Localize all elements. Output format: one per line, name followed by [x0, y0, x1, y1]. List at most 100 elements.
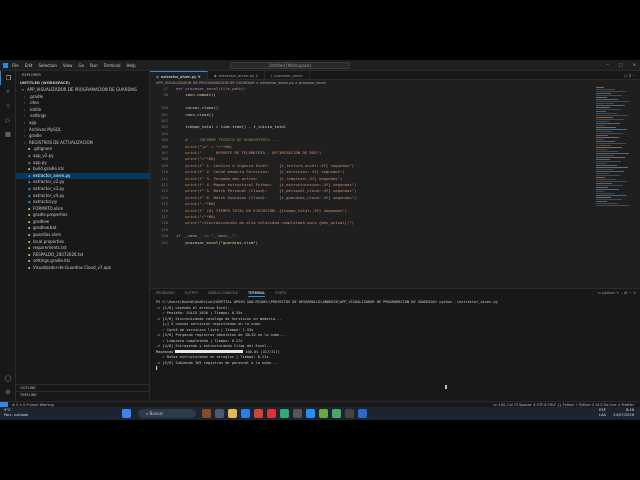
root-folder[interactable]: ▾ APP_VISUALIZADOR DE PROGRAMACION DE GUA…: [16, 87, 149, 94]
app-green-icon[interactable]: [332, 409, 341, 418]
file-item[interactable]: ▪ requirements.txt: [16, 245, 149, 252]
command-center-title[interactable]: Untitled (Workspace): [230, 62, 350, 69]
folder-item[interactable]: › gradle: [16, 133, 149, 140]
file-explorer-icon[interactable]: [228, 409, 237, 418]
file-item[interactable]: ▪ gradlew.bat: [16, 225, 149, 232]
file-item[interactable]: ▪ guardias.xlsm: [16, 232, 149, 239]
editor-actions[interactable]: ▷ ⫼ ···: [625, 71, 636, 80]
file-item[interactable]: ◆ app.py: [16, 160, 149, 167]
folder-item[interactable]: › .gradle: [16, 94, 149, 101]
workspace-title[interactable]: UNTITLED (WORKSPACE): [16, 80, 149, 87]
menu-edit[interactable]: Edit: [25, 63, 33, 68]
menu-terminal[interactable]: Terminal: [104, 63, 121, 68]
code-line[interactable]: print(f" 4. Mapeo estructural Python: {t…: [176, 182, 356, 187]
timeline-section[interactable]: TIMELINE: [16, 391, 150, 397]
file-item[interactable]: ◆ app_v2.py: [16, 153, 149, 160]
tab-ports[interactable]: PORTS: [275, 289, 286, 297]
start-icon[interactable]: [122, 409, 131, 418]
excel-icon[interactable]: [280, 409, 289, 418]
task-view-icon[interactable]: [215, 409, 224, 418]
file-item[interactable]: ▪ build.gradle.kts: [16, 166, 149, 173]
chrome-icon[interactable]: [254, 409, 263, 418]
code-line[interactable]: print(f" 5. Batch Personal (Cloud): {t_p…: [176, 188, 356, 193]
minimize-icon[interactable]: ─: [606, 62, 608, 67]
folder-item[interactable]: › app: [16, 120, 149, 127]
folder-item[interactable]: › Archivos MySQL: [16, 127, 149, 134]
folder-item[interactable]: › .kotlin: [16, 107, 149, 114]
file-item[interactable]: ▪ FORMATO.xlsm: [16, 206, 149, 213]
file-item[interactable]: ▪ gradlew: [16, 219, 149, 226]
edge-icon[interactable]: [241, 409, 250, 418]
menu-help[interactable]: Help: [127, 63, 136, 68]
tab-terminal[interactable]: TERMINAL: [248, 289, 266, 297]
menu-view[interactable]: View: [63, 63, 73, 68]
code-line[interactable]: print(f" (#) TIEMPO TOTAL DE EJECUCIÓN: …: [176, 208, 347, 213]
tab-problems[interactable]: PROBLEMS: [156, 289, 175, 297]
vscode-taskbar-icon[interactable]: [306, 409, 315, 418]
file-item[interactable]: ◆ extractor_v3.py: [16, 186, 149, 193]
account-icon[interactable]: ◯: [0, 371, 16, 385]
app-red-icon[interactable]: [267, 409, 276, 418]
code-line[interactable]: tiempo_total = time.time() - t_inicio_to…: [176, 124, 286, 129]
file-item[interactable]: ▪ Visualizador-de-Guardias Cloud_v7.apk: [16, 265, 149, 272]
search-icon[interactable]: ⌕: [0, 85, 16, 99]
close-icon[interactable]: ✕: [633, 62, 636, 67]
code-line[interactable]: print("="*60): [176, 214, 215, 219]
tab-extractor-aiven-problems[interactable]: ◆ extractor_aiven.py 1: [208, 71, 265, 80]
outline-section[interactable]: OUTLINE: [16, 384, 150, 390]
run-debug-icon[interactable]: ▷: [0, 113, 16, 127]
panel-actions[interactable]: ▭ python + ⌄ ⊞ ··· ✕: [598, 289, 636, 297]
app-gray-icon[interactable]: [293, 409, 302, 418]
code-line[interactable]: conn.commit(): [176, 92, 215, 97]
gear-icon[interactable]: ⚙: [0, 385, 16, 399]
code-line[interactable]: def procesar_excel(file_path):: [176, 86, 246, 91]
code-line[interactable]: print(f" 2. Caché memoria Servicios: {t_…: [176, 169, 344, 174]
code-line[interactable]: print(f" 6. Batch Guardias (Cloud): {t_g…: [176, 195, 356, 200]
folder-item[interactable]: › .idea: [16, 100, 149, 107]
code-line[interactable]: if __name__ == "__main__":: [176, 233, 237, 238]
app-blue-icon[interactable]: [358, 409, 367, 418]
code-editor[interactable]: 27 def procesar_excel(file_path): 28 conn.…: [150, 86, 590, 296]
code-line[interactable]: print("¡Sincronización de alta velocidad…: [176, 220, 354, 225]
minimap[interactable]: [596, 86, 636, 296]
tab-procesar-excel[interactable]: ƒ procesar_excel: [265, 71, 310, 80]
maximize-icon[interactable]: □: [619, 62, 623, 67]
folder-item[interactable]: › .settings: [16, 113, 149, 120]
code-line[interactable]: print("="*60): [176, 156, 215, 161]
tab-extractor-aiven[interactable]: ◆ extractor_aiven.py ✕: [150, 71, 208, 80]
file-item[interactable]: ◆ extractor.py: [16, 199, 149, 206]
tab-debug-console[interactable]: DEBUG CONSOLE: [208, 289, 238, 297]
menu-selection[interactable]: Selection: [38, 63, 56, 68]
menu-go[interactable]: Go: [78, 63, 84, 68]
system-clock[interactable]: 8:46 24/07/2026: [613, 408, 634, 418]
code-line[interactable]: print(f" 1. Lectura e Ingesta Excel: {t_…: [176, 163, 354, 168]
code-line[interactable]: # --- INFORME TÉCNICO DE RENDIMIENTO ---: [176, 137, 279, 142]
source-control-icon[interactable]: ⑂: [0, 99, 16, 113]
file-item[interactable]: ◆ extractor_aiven.py: [16, 172, 149, 180]
code-line[interactable]: conn.close(): [176, 112, 213, 117]
code-line[interactable]: cursor.close(): [176, 105, 218, 110]
menu-run[interactable]: Run: [90, 63, 98, 68]
taskbar-search[interactable]: ⌕ Buscar: [138, 409, 196, 418]
android-studio-icon[interactable]: [319, 409, 328, 418]
weather-widget[interactable]: 9°C Parc. nublado: [4, 408, 28, 418]
file-item[interactable]: ▪ .gitignore: [16, 146, 149, 153]
file-item[interactable]: ◆ extractor_v4.py: [16, 193, 149, 200]
file-item[interactable]: ▪ RESPALDO_20072026.txt: [16, 252, 149, 259]
file-item[interactable]: ▪ local.properties: [16, 239, 149, 246]
terminal-output[interactable]: PS C:\Users\Huan0\OneDrive\HOSPITAL APOY…: [156, 300, 626, 372]
menu-file[interactable]: File: [12, 63, 19, 68]
code-line[interactable]: print("\n" + "="*60): [176, 144, 232, 149]
code-line[interactable]: procesar_excel("guardias.xlsm"): [176, 240, 258, 245]
tab-output[interactable]: OUTPUT: [185, 289, 199, 297]
file-item[interactable]: ▪ settings.gradle.kts: [16, 258, 149, 265]
explorer-icon[interactable]: ❐: [0, 71, 16, 85]
file-item[interactable]: ◆ extractor_v2.py: [16, 179, 149, 186]
app-dark-icon[interactable]: [345, 409, 354, 418]
code-line[interactable]: print(" REPORTE DE TELEMETRÍA - OPTIMIZA…: [176, 150, 321, 155]
code-line[interactable]: print("-"*60): [176, 201, 215, 206]
folder-item[interactable]: › REGISTROS DE ACTUALIZACION: [16, 140, 149, 147]
file-item[interactable]: ▪ gradle.properties: [16, 212, 149, 219]
copilot-icon[interactable]: [202, 409, 211, 418]
extensions-icon[interactable]: ▦: [0, 127, 16, 141]
